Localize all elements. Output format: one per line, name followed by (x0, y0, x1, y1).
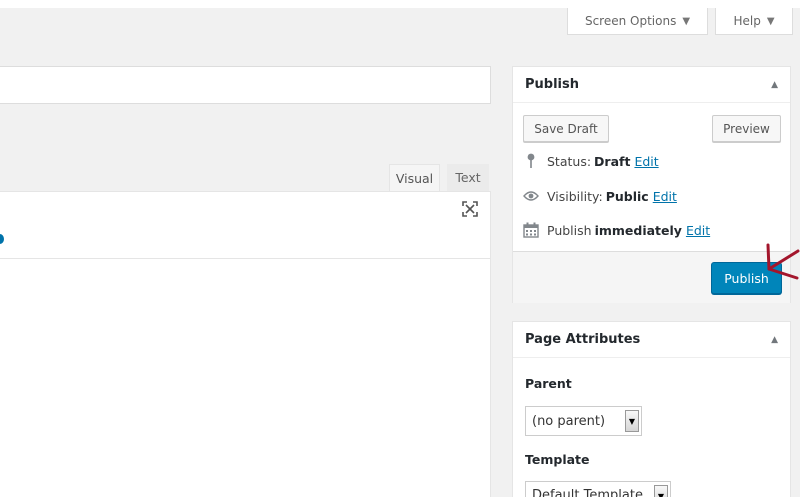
screen-options-label: Screen Options (584, 14, 677, 28)
dropdown-arrow-icon[interactable]: ▼ (625, 410, 639, 432)
caret-down-icon: ▼ (682, 15, 691, 27)
collapse-arrow-icon[interactable]: ▲ (771, 335, 778, 345)
template-label: Template (525, 452, 590, 467)
editor-content-area[interactable] (0, 259, 491, 497)
help-button[interactable]: Help ▼ (715, 8, 793, 35)
visibility-row: Visibility: Public Edit (523, 188, 677, 204)
page-attributes-box: Page Attributes ▲ Parent (no parent) ▼ T… (512, 321, 791, 497)
fullscreen-icon[interactable] (461, 200, 479, 218)
pin-icon (523, 153, 539, 169)
save-draft-button[interactable]: Save Draft (523, 115, 609, 142)
dropdown-arrow-icon[interactable]: ▼ (654, 485, 668, 497)
status-row: Status: Draft Edit (523, 153, 659, 169)
visibility-label: Visibility: (547, 188, 603, 204)
admin-bar-edge (0, 0, 800, 8)
publish-box-header[interactable]: Publish ▲ (513, 67, 790, 103)
publish-time-row: Publish immediately Edit (523, 222, 710, 238)
eye-icon (523, 188, 539, 204)
publish-time-value: immediately (594, 222, 682, 238)
tab-text[interactable]: Text (447, 164, 489, 191)
status-label: Status: (547, 153, 592, 169)
publish-box: Publish ▲ Save Draft Preview Status: Dra… (512, 66, 791, 303)
status-edit-link[interactable]: Edit (634, 154, 658, 169)
status-value: Draft (594, 153, 631, 169)
editor-toolbar (0, 191, 491, 259)
visibility-edit-link[interactable]: Edit (653, 189, 677, 204)
publish-box-title: Publish (525, 77, 579, 92)
parent-label: Parent (525, 376, 572, 391)
parent-select-value: (no parent) (532, 413, 606, 429)
preview-button[interactable]: Preview (712, 115, 781, 142)
annotation-arrow-icon (766, 243, 800, 280)
visibility-value: Public (605, 188, 649, 204)
page-attributes-header[interactable]: Page Attributes ▲ (513, 322, 790, 358)
screen-options-button[interactable]: Screen Options ▼ (567, 8, 708, 35)
caret-down-icon: ▼ (766, 15, 775, 27)
help-label: Help (733, 14, 761, 28)
parent-select[interactable]: (no parent) ▼ (525, 406, 642, 436)
publish-time-label: Publish (547, 222, 592, 238)
tab-visual[interactable]: Visual (389, 164, 440, 191)
template-select-value: Default Template (532, 487, 643, 497)
collapse-arrow-icon[interactable]: ▲ (771, 80, 778, 90)
post-title-input[interactable] (0, 66, 491, 104)
page-attributes-title: Page Attributes (525, 332, 641, 347)
publishing-actions: Publish (513, 251, 790, 303)
template-select[interactable]: Default Template ▼ (525, 481, 671, 497)
calendar-icon (523, 222, 539, 238)
publish-time-edit-link[interactable]: Edit (686, 223, 710, 238)
